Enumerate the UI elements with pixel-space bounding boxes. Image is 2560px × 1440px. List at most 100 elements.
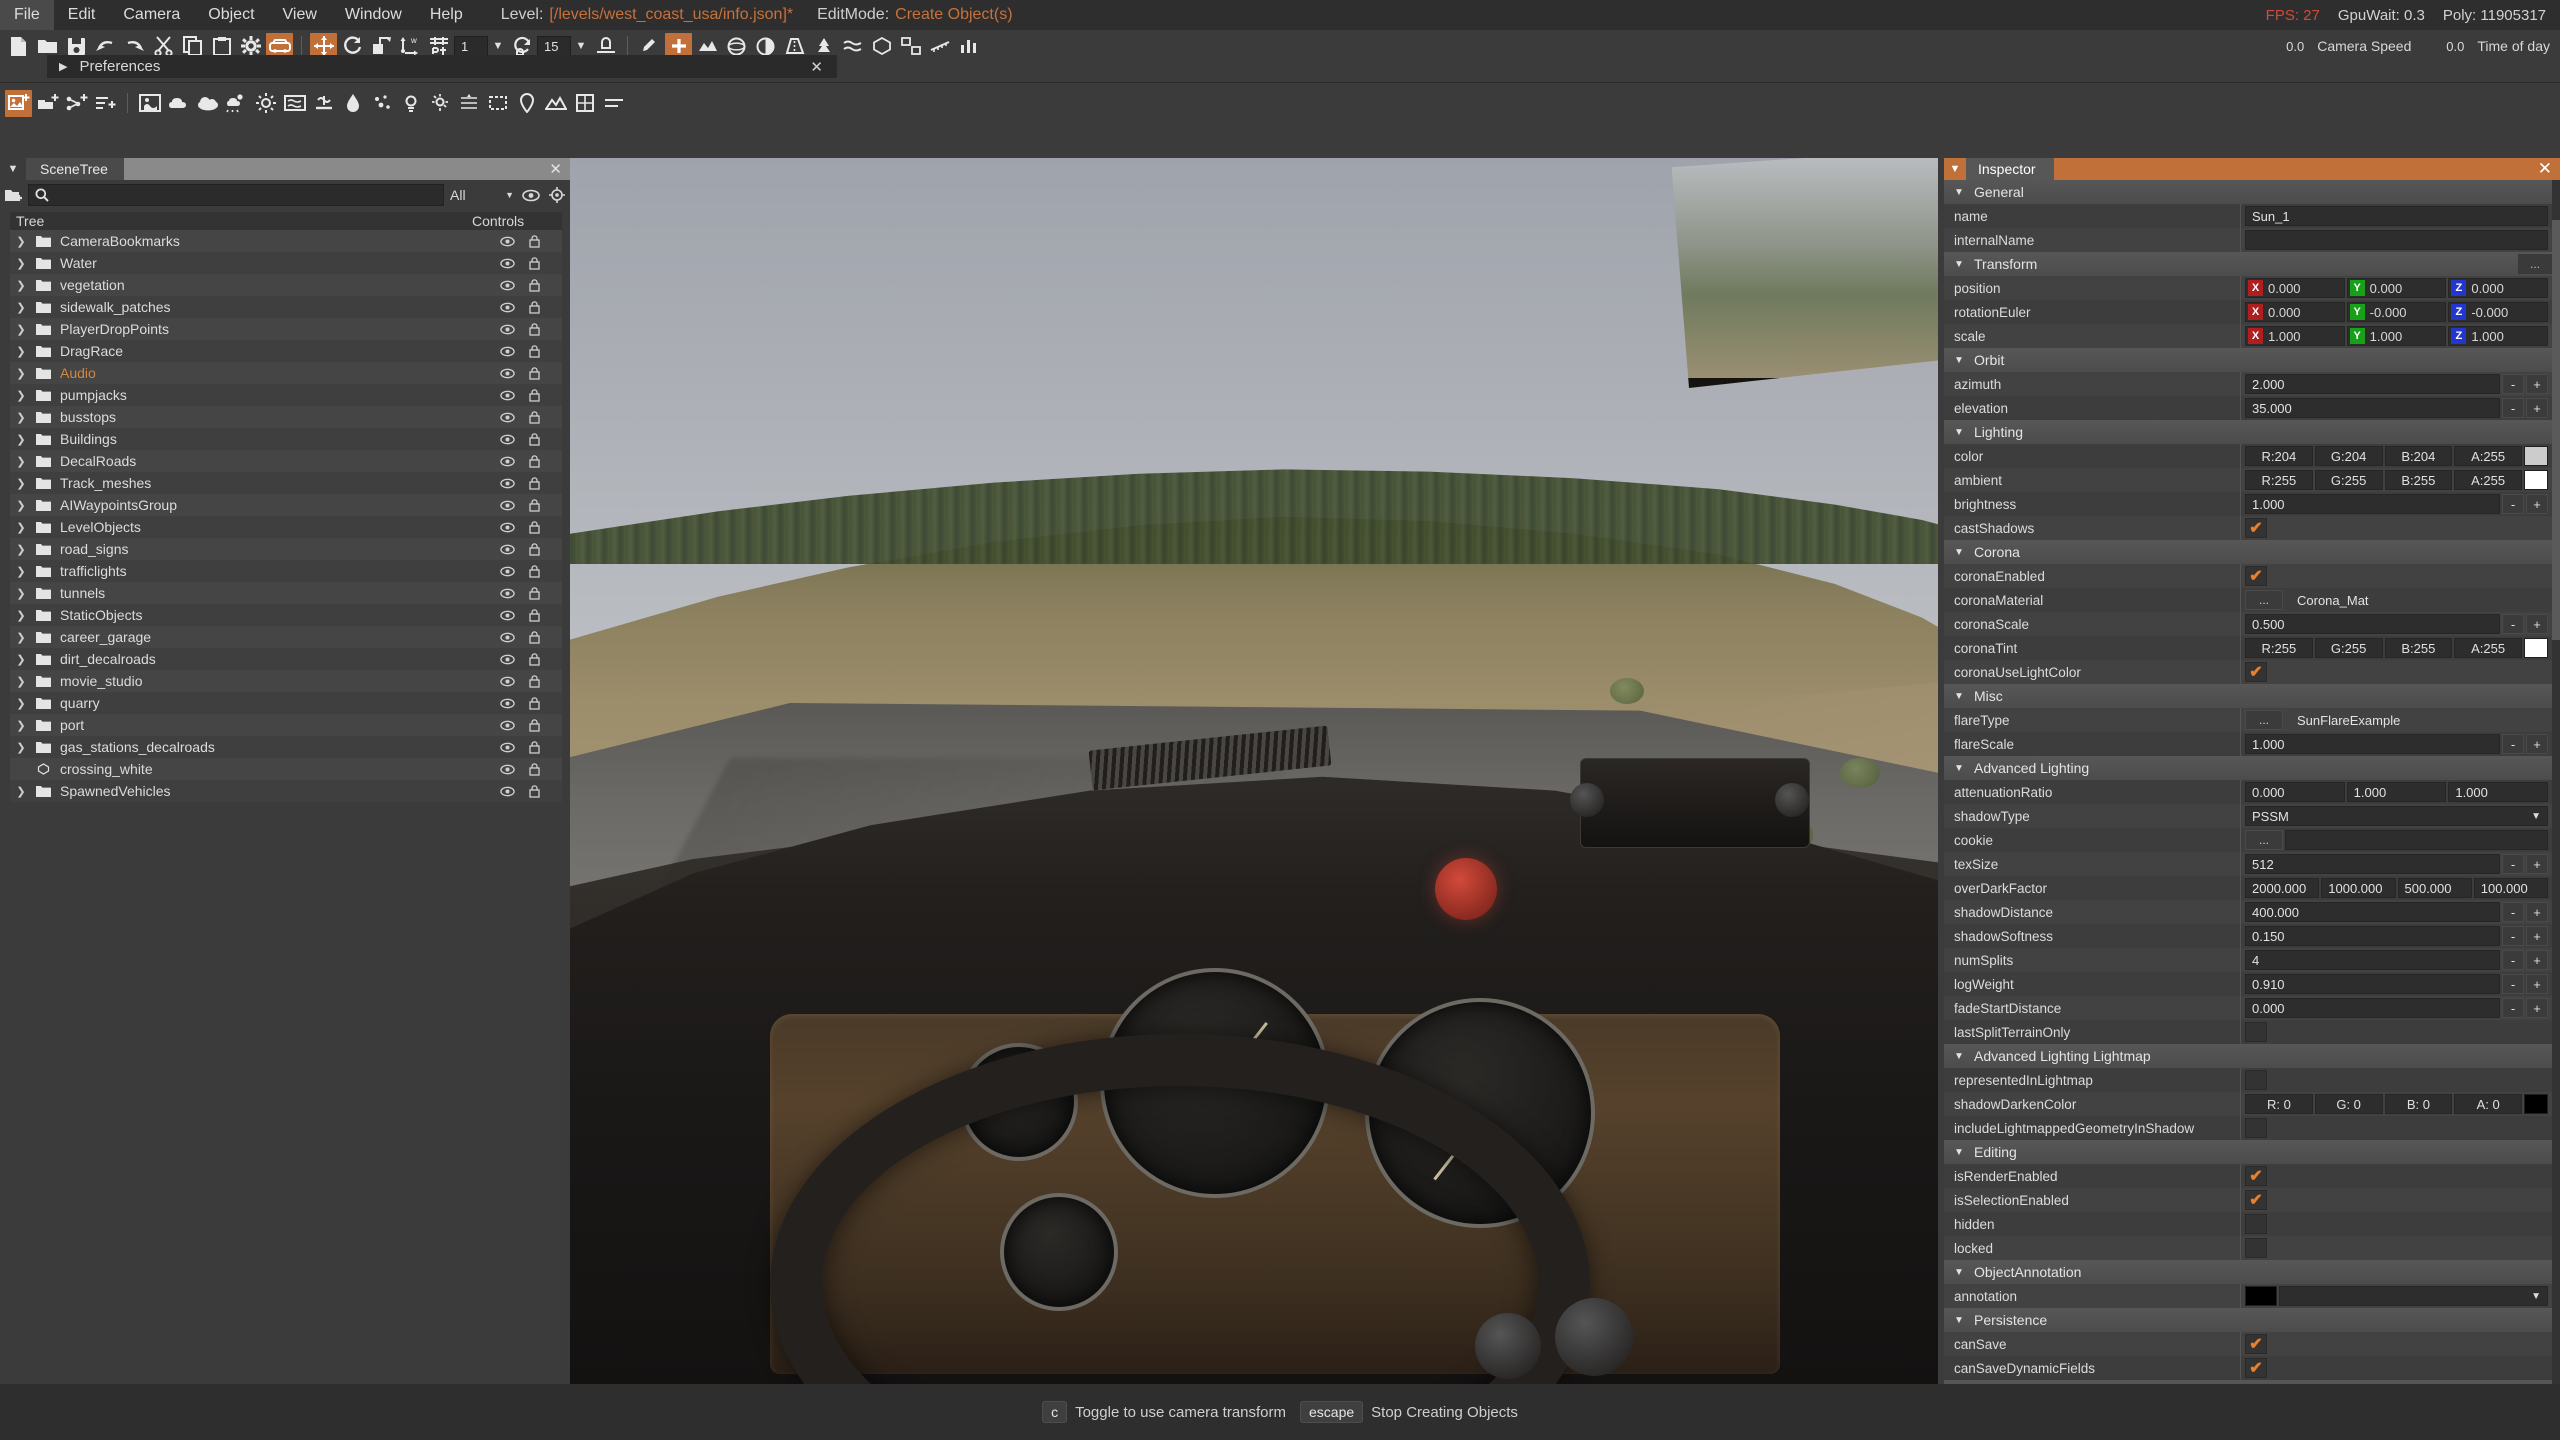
decrement-button[interactable]: - <box>2502 398 2524 418</box>
cloud-icon[interactable] <box>194 90 221 117</box>
expand-arrow-icon[interactable]: ❯ <box>10 719 32 732</box>
light-spot-icon[interactable] <box>426 90 453 117</box>
increment-button[interactable]: + <box>2526 902 2548 922</box>
scenetree-item-road-signs[interactable]: ❯ road_signs <box>10 538 562 560</box>
lock-icon[interactable] <box>529 476 540 490</box>
expand-arrow-icon[interactable]: ❯ <box>10 455 32 468</box>
lock-icon[interactable] <box>529 696 540 710</box>
visibility-toggle-icon[interactable] <box>518 183 544 207</box>
input-brightness[interactable]: 1.000 <box>2245 494 2500 514</box>
scenetree-item-playerdroppoints[interactable]: ❯ PlayerDropPoints <box>10 318 562 340</box>
visibility-eye-icon[interactable] <box>500 764 515 775</box>
lock-icon[interactable] <box>529 366 540 380</box>
visibility-eye-icon[interactable] <box>500 346 515 357</box>
add-image-object-icon[interactable] <box>5 89 32 117</box>
scenetree-item-movie-studio[interactable]: ❯ movie_studio <box>10 670 562 692</box>
transform-more-button[interactable]: ... <box>2518 254 2552 274</box>
checkbox-last-split-terrain-only[interactable] <box>2245 1022 2267 1042</box>
locate-icon[interactable] <box>544 183 570 207</box>
field-y[interactable]: Y 0.000 <box>2346 278 2447 298</box>
scenetree-item-busstops[interactable]: ❯ busstops <box>10 406 562 428</box>
terrain-block-icon[interactable] <box>542 90 569 117</box>
value-4[interactable]: 100.000 <box>2473 878 2548 898</box>
input-shadow-distance[interactable]: 400.000 <box>2245 902 2500 922</box>
input-flare-scale[interactable]: 1.000 <box>2245 734 2500 754</box>
browse-button[interactable]: ... <box>2245 830 2283 850</box>
inspector-section-orbit[interactable]: ▼ Orbit <box>1944 348 2552 372</box>
increment-button[interactable]: + <box>2526 614 2548 634</box>
scenetree-item-port[interactable]: ❯ port <box>10 714 562 736</box>
inspector-collapse-icon[interactable]: ▼ <box>1944 158 1966 180</box>
dropdown-shadow-type[interactable]: PSSM ▼ <box>2245 806 2548 826</box>
color-swatch[interactable] <box>2524 470 2548 490</box>
lock-icon[interactable] <box>529 410 540 424</box>
expand-arrow-icon[interactable]: ❯ <box>10 565 32 578</box>
visibility-eye-icon[interactable] <box>500 742 515 753</box>
section-toggle-icon[interactable]: ▼ <box>1944 1267 1974 1278</box>
scenetree-item-water[interactable]: ❯ Water <box>10 252 562 274</box>
input-elevation[interactable]: 35.000 <box>2245 398 2500 418</box>
3d-viewport[interactable] <box>570 158 1938 1384</box>
new-file-icon[interactable] <box>5 33 32 60</box>
scenetree-item-staticobjects[interactable]: ❯ StaticObjects <box>10 604 562 626</box>
expand-arrow-icon[interactable]: ❯ <box>10 499 32 512</box>
scenetree-item-tunnels[interactable]: ❯ tunnels <box>10 582 562 604</box>
angle-snap-input[interactable]: 15 <box>537 36 571 56</box>
decrement-button[interactable]: - <box>2502 902 2524 922</box>
grid-size-input[interactable]: 1 <box>454 36 488 56</box>
scenetree-item-dirt-decalroads[interactable]: ❯ dirt_decalroads <box>10 648 562 670</box>
checkbox-cast-shadows[interactable]: ✔ <box>2245 518 2267 538</box>
expand-arrow-icon[interactable]: ❯ <box>10 477 32 490</box>
add-folder-icon[interactable] <box>34 90 61 117</box>
expand-arrow-icon[interactable]: ❯ <box>10 543 32 556</box>
more-options-icon[interactable] <box>600 90 627 117</box>
expand-arrow-icon[interactable]: ❯ <box>10 653 32 666</box>
color-swatch[interactable] <box>2524 446 2548 466</box>
decrement-button[interactable]: - <box>2502 950 2524 970</box>
field-x[interactable]: X 0.000 <box>2245 278 2345 298</box>
field-x[interactable]: X 0.000 <box>2245 302 2345 322</box>
add-list-icon[interactable] <box>92 90 119 117</box>
expand-arrow-icon[interactable]: ❯ <box>10 257 32 270</box>
inspector-section-advanced-lighting[interactable]: ▼ Advanced Lighting <box>1944 756 2552 780</box>
expand-arrow-icon[interactable]: ❯ <box>10 587 32 600</box>
menu-object[interactable]: Object <box>194 0 268 30</box>
menu-edit[interactable]: Edit <box>54 0 110 30</box>
search-input-wrapper[interactable] <box>28 184 444 206</box>
expand-arrow-icon[interactable]: ❯ <box>10 741 32 754</box>
increment-button[interactable]: + <box>2526 854 2548 874</box>
visibility-eye-icon[interactable] <box>500 522 515 533</box>
inspector-section-misc[interactable]: ▼ Misc <box>1944 684 2552 708</box>
light-point-icon[interactable] <box>397 90 424 117</box>
color-swatch[interactable] <box>2524 1094 2548 1114</box>
scenetree-item-dragrace[interactable]: ❯ DragRace <box>10 340 562 362</box>
scenetree-item-gas-stations-decalroads[interactable]: ❯ gas_stations_decalroads <box>10 736 562 758</box>
scenetree-close-icon[interactable]: ✕ <box>549 160 562 178</box>
input-fade-start-distance[interactable]: 0.000 <box>2245 998 2500 1018</box>
water-block-icon[interactable] <box>310 90 337 117</box>
level-path[interactable]: [/levels/west_coast_usa/info.json]* <box>549 6 793 24</box>
expand-arrow-icon[interactable]: ❯ <box>10 631 32 644</box>
lock-icon[interactable] <box>529 432 540 446</box>
menu-view[interactable]: View <box>269 0 331 30</box>
scenetree-item-decalroads[interactable]: ❯ DecalRoads <box>10 450 562 472</box>
scenetree-item-aiwaypointsgroup[interactable]: ❯ AIWaypointsGroup <box>10 494 562 516</box>
scenetree-item-camerabookmarks[interactable]: ❯ CameraBookmarks <box>10 230 562 252</box>
expand-arrow-icon[interactable]: ❯ <box>10 433 32 446</box>
channel-g[interactable]: G:204 <box>2314 446 2383 466</box>
scenetree-collapse-icon[interactable]: ▼ <box>0 158 26 180</box>
value-3[interactable]: 500.000 <box>2397 878 2472 898</box>
increment-button[interactable]: + <box>2526 374 2548 394</box>
inspector-section-corona[interactable]: ▼ Corona <box>1944 540 2552 564</box>
lock-icon[interactable] <box>529 784 540 798</box>
angle-snap-dropdown-icon[interactable]: ▼ <box>571 35 591 57</box>
scenetree-item-trafficlights[interactable]: ❯ trafficlights <box>10 560 562 582</box>
scenetree-item-sidewalk-patches[interactable]: ❯ sidewalk_patches <box>10 296 562 318</box>
lock-icon[interactable] <box>529 542 540 556</box>
expand-arrow-icon[interactable]: ❯ <box>10 345 32 358</box>
chart-icon[interactable] <box>955 33 982 60</box>
decrement-button[interactable]: - <box>2502 974 2524 994</box>
menu-camera[interactable]: Camera <box>109 0 194 30</box>
lock-icon[interactable] <box>529 256 540 270</box>
checkbox-represented-in-lightmap[interactable] <box>2245 1070 2267 1090</box>
